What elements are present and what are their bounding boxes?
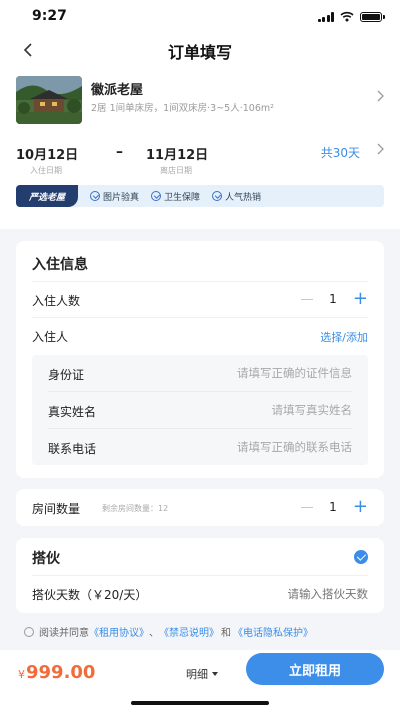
- checkin-date-label: 入住日期: [30, 166, 62, 175]
- order-header: 订单填写 徽派老屋 2居 1间单床房，1间双床房·3~5人·106m² 10月1…: [0, 34, 400, 229]
- occupant-form: 身份证 真实姓名 联系电话: [32, 355, 368, 465]
- checkin-date: 10月12日 入住日期: [16, 144, 78, 176]
- signal-icon: [317, 11, 334, 22]
- guarantee-item: 图片验真: [90, 190, 139, 203]
- rooms-card: 房间数量 剩余房间数量：12 1 +: [16, 489, 384, 526]
- id-card-row: 身份证: [32, 355, 368, 392]
- chevron-right-icon: [377, 143, 384, 159]
- house-description: 2居 1间单床房，1间双床房·3~5人·106m²: [91, 103, 274, 114]
- rooms-label: 房间数量: [32, 502, 81, 516]
- select-occupant-link[interactable]: 选择/添加: [320, 329, 368, 345]
- plus-button[interactable]: +: [353, 498, 368, 516]
- caret-down-icon: [212, 672, 218, 676]
- price-value: 999.00: [26, 662, 96, 683]
- guarantee-label: 图片验真: [103, 192, 140, 203]
- meal-days-label: 搭伙天数（￥20/天）: [32, 588, 148, 602]
- date-separator: –: [116, 144, 123, 160]
- checkin-info-card: 入住信息 入住人数 1 + 入住人 选择/添加 身份证 真实姓名 联系电话: [16, 241, 384, 478]
- agreement-sep: 、: [149, 628, 159, 639]
- guarantee-strip: 严选老屋 图片验真 卫生保障 人气热销: [16, 185, 384, 207]
- phone-row: 联系电话: [32, 429, 368, 466]
- checkin-date-value: 10月12日: [16, 148, 79, 163]
- checkout-date-label: 离店日期: [160, 166, 192, 175]
- divider: [32, 281, 368, 282]
- guests-label: 入住人数: [32, 294, 81, 308]
- minus-button[interactable]: [300, 298, 313, 300]
- guarantee-item: 卫生保障: [151, 190, 200, 203]
- house-name: 徽派老屋: [91, 83, 144, 98]
- real-name-input[interactable]: [152, 399, 352, 421]
- rooms-count: 1: [329, 500, 337, 514]
- check-circle-icon: [151, 191, 162, 201]
- battery-icon: [360, 11, 385, 22]
- meals-toggle-icon[interactable]: [354, 550, 368, 564]
- guests-count: 1: [329, 292, 337, 306]
- meals-card: 搭伙 搭伙天数（￥20/天）: [16, 538, 384, 613]
- divider: [32, 317, 368, 318]
- house-thumbnail: [16, 76, 82, 124]
- check-circle-icon: [90, 191, 100, 201]
- chevron-right-icon: [377, 90, 384, 106]
- nights-count: 共30天: [320, 146, 360, 160]
- agreement: 阅读并同意 《租用协议》 、 《禁忌说明》 和 《电话隐私保护》: [24, 624, 313, 639]
- agreement-and: 和: [221, 628, 231, 639]
- minus-button[interactable]: [300, 506, 313, 508]
- bottom-bar: ¥ 999.00 明细 立即租用: [0, 650, 400, 711]
- status-icons: [317, 11, 385, 22]
- nav-bar: 订单填写: [0, 34, 400, 66]
- rooms-stepper: 1 +: [300, 498, 368, 516]
- price-detail-button[interactable]: 明细: [186, 666, 218, 682]
- currency-symbol: ¥: [18, 668, 25, 681]
- divider: [32, 575, 368, 576]
- total-price: ¥ 999.00: [18, 662, 95, 683]
- checkout-date: 11月12日 离店日期: [146, 144, 208, 176]
- check-circle-icon: [212, 191, 223, 201]
- date-range[interactable]: 10月12日 入住日期 – 11月12日 离店日期 共30天: [16, 143, 384, 180]
- phone-input[interactable]: [152, 436, 352, 458]
- meals-title: 搭伙: [32, 551, 60, 567]
- status-time: 9:27: [32, 8, 67, 24]
- checkout-date-value: 11月12日: [146, 148, 209, 163]
- wifi-icon: [340, 11, 354, 22]
- occupant-label: 入住人: [32, 330, 69, 344]
- guarantee-label: 卫生保障: [164, 192, 201, 203]
- meal-days-input[interactable]: [218, 583, 368, 605]
- phone-label: 联系电话: [48, 442, 97, 456]
- rental-agreement-link[interactable]: 《租用协议》: [89, 624, 149, 639]
- checkin-info-title: 入住信息: [32, 257, 88, 273]
- id-card-label: 身份证: [48, 368, 85, 382]
- house-summary[interactable]: 徽派老屋 2居 1间单床房，1间双床房·3~5人·106m²: [16, 76, 384, 124]
- brand-badge: 严选老屋: [16, 185, 78, 207]
- phone-privacy-link[interactable]: 《电话隐私保护》: [233, 624, 313, 639]
- real-name-row: 真实姓名: [32, 392, 368, 429]
- home-indicator: [131, 701, 269, 705]
- agreement-radio[interactable]: [24, 626, 34, 637]
- id-card-input[interactable]: [152, 362, 352, 384]
- rent-now-button[interactable]: 立即租用: [246, 653, 384, 685]
- plus-button[interactable]: +: [353, 290, 368, 308]
- page-title: 订单填写: [167, 43, 232, 62]
- guarantee-label: 人气热销: [225, 192, 262, 203]
- agreement-prefix: 阅读并同意: [39, 628, 89, 639]
- status-bar: 9:27: [0, 0, 400, 34]
- taboo-notice-link[interactable]: 《禁忌说明》: [159, 624, 219, 639]
- guests-stepper: 1 +: [300, 290, 368, 308]
- rooms-remaining: 剩余房间数量：12: [102, 504, 169, 513]
- real-name-label: 真实姓名: [48, 405, 97, 419]
- guarantee-item: 人气热销: [212, 190, 261, 203]
- price-detail-label: 明细: [186, 668, 208, 681]
